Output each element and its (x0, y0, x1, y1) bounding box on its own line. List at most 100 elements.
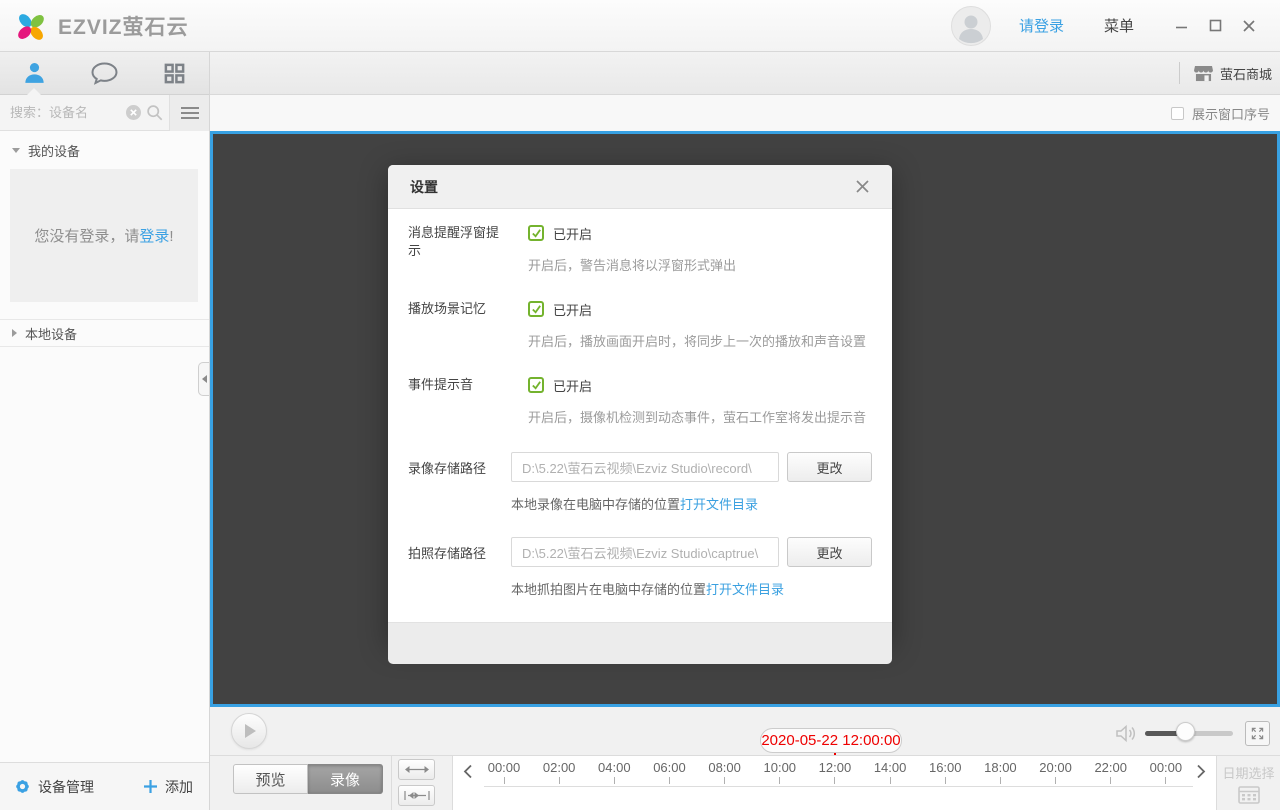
playback-bar: 2020-05-22 12:00:00 预览 录像 (210, 707, 1280, 810)
grid-icon (163, 62, 186, 85)
checkbox-checked-icon[interactable] (528, 225, 544, 241)
speaker-icon[interactable] (1115, 724, 1137, 743)
dialog-close-icon[interactable] (855, 179, 870, 194)
open-record-folder-link[interactable]: 打开文件目录 (680, 497, 758, 512)
chat-bubble-icon (91, 61, 118, 86)
show-window-number-checkbox[interactable] (1171, 107, 1184, 120)
sidebar-tab-bar (0, 52, 209, 95)
fullscreen-button[interactable] (1245, 721, 1270, 746)
setting-row-capture-path: 拍照存储路径 更改 本地抓拍图片在电脑中存储的位置打开文件目录 (408, 537, 868, 598)
clear-icon[interactable] (126, 105, 141, 120)
chevron-down-icon (12, 148, 20, 153)
timeline-tick: 04:00 (594, 760, 634, 784)
avatar[interactable] (951, 6, 991, 46)
tab-preview[interactable]: 预览 (233, 764, 308, 794)
login-msg-suffix: ! (169, 228, 173, 245)
timeline-tick: 12:00 (815, 760, 855, 784)
store-label: 萤石商城 (1220, 64, 1272, 83)
tab-messages[interactable] (70, 52, 140, 94)
gear-icon (14, 778, 31, 795)
divider (391, 756, 392, 810)
mode-toggle: 预览 录像 (233, 764, 383, 794)
timeline-zoom-out-button[interactable] (398, 785, 435, 806)
login-msg-prefix: 您没有登录，请 (34, 228, 139, 245)
change-capture-path-button[interactable]: 更改 (787, 537, 872, 567)
setting-desc: 开启后，摄像机检测到动态事件，萤石工作室将发出提示音 (528, 407, 866, 426)
plus-icon (143, 779, 158, 794)
checkbox-checked-icon[interactable] (528, 301, 544, 317)
local-devices-group[interactable]: 本地设备 (0, 319, 209, 347)
setting-desc: 开启后，警告消息将以浮窗形式弹出 (528, 255, 736, 274)
search-icon[interactable] (146, 104, 163, 121)
not-logged-in-text: 您没有登录，请登录! (34, 225, 173, 246)
login-link[interactable]: 请登录 (1019, 15, 1064, 36)
chevron-right-icon (12, 329, 17, 337)
close-button[interactable] (1232, 11, 1266, 41)
timeline-next-icon[interactable] (1188, 760, 1214, 782)
setting-label: 录像存储路径 (408, 452, 511, 513)
sidebar-collapse-handle[interactable] (198, 362, 209, 396)
timeline-tick: 06:00 (649, 760, 689, 784)
setting-state: 已开启 (553, 224, 592, 243)
app-title: EZVIZ萤石云 (58, 11, 189, 41)
search-input[interactable] (0, 105, 126, 120)
setting-label: 事件提示音 (408, 376, 511, 426)
play-button[interactable] (231, 713, 267, 749)
add-label: 添加 (165, 777, 193, 797)
capture-path-input[interactable] (511, 537, 779, 567)
timeline-row: 预览 录像 00:00 02:00 04:00 06:00 08:00 (210, 755, 1280, 810)
calendar-icon[interactable] (1238, 785, 1260, 804)
setting-state: 已开启 (553, 376, 592, 395)
timeline-tick: 14:00 (870, 760, 910, 784)
volume-handle[interactable] (1176, 722, 1195, 741)
timeline-tick: 00:00 (484, 760, 524, 784)
person-icon (22, 61, 47, 86)
setting-label: 拍照存储路径 (408, 537, 511, 598)
timeline-prev-icon[interactable] (455, 760, 481, 782)
dialog-body: 消息提醒浮窗提示 已开启 开启后，警告消息将以浮窗形式弹出 播放场景记忆 (388, 209, 892, 622)
path-desc: 本地抓拍图片在电脑中存储的位置 (511, 582, 706, 597)
divider (1179, 62, 1180, 84)
menu-button[interactable]: 菜单 (1104, 15, 1134, 36)
dialog-footer (388, 622, 892, 664)
store-icon (1194, 65, 1213, 82)
timeline-tick: 08:00 (705, 760, 745, 784)
dialog-header: 设置 (388, 165, 892, 209)
not-logged-in-panel: 您没有登录，请登录! (10, 169, 198, 302)
change-record-path-button[interactable]: 更改 (787, 452, 872, 482)
timeline-tick: 00:00 (1146, 760, 1186, 784)
video-area[interactable]: 设置 消息提醒浮窗提示 已开启 开启后，警告消息将以浮 (210, 131, 1280, 707)
title-bar: EZVIZ萤石云 请登录 菜单 (0, 0, 1280, 52)
setting-row-event-sound: 事件提示音 已开启 开启后，摄像机检测到动态事件，萤石工作室将发出提示音 (408, 376, 868, 426)
my-devices-label: 我的设备 (28, 141, 80, 160)
setting-label: 消息提醒浮窗提示 (408, 224, 511, 274)
add-device-button[interactable]: 添加 (143, 777, 193, 797)
tab-record[interactable]: 录像 (308, 764, 383, 794)
setting-row-scene-memory: 播放场景记忆 已开启 开启后，播放画面开启时，将同步上一次的播放和声音设置 (408, 300, 868, 350)
maximize-button[interactable] (1198, 11, 1232, 41)
tab-layout[interactable] (139, 52, 209, 94)
ezviz-store-button[interactable]: 萤石商城 (1194, 64, 1272, 83)
device-management-button[interactable]: 设备管理 (14, 777, 94, 797)
app-window: EZVIZ萤石云 请登录 菜单 (0, 0, 1280, 810)
setting-row-record-path: 录像存储路径 更改 本地录像在电脑中存储的位置打开文件目录 (408, 452, 868, 513)
device-search-bar (0, 95, 209, 131)
timeline-tick: 16:00 (925, 760, 965, 784)
timeline-tick: 02:00 (539, 760, 579, 784)
timeline-zoom-in-button[interactable] (398, 759, 435, 780)
list-menu-button[interactable] (170, 95, 209, 131)
dialog-title: 设置 (410, 177, 438, 197)
my-devices-group[interactable]: 我的设备 (0, 131, 209, 169)
timeline[interactable]: 00:00 02:00 04:00 06:00 08:00 10:00 12:0… (452, 756, 1217, 810)
sub-toolbar: 展示窗口序号 (210, 95, 1280, 131)
minimize-button[interactable] (1164, 11, 1198, 41)
record-path-input[interactable] (511, 452, 779, 482)
timeline-baseline (484, 786, 1193, 787)
timeline-tick: 18:00 (980, 760, 1020, 784)
local-devices-label: 本地设备 (25, 324, 77, 343)
timeline-tick-labels: 00:00 02:00 04:00 06:00 08:00 10:00 12:0… (484, 760, 1186, 784)
open-capture-folder-link[interactable]: 打开文件目录 (706, 582, 784, 597)
checkbox-checked-icon[interactable] (528, 377, 544, 393)
setting-state: 已开启 (553, 300, 592, 319)
login-msg-link[interactable]: 登录 (139, 228, 169, 245)
